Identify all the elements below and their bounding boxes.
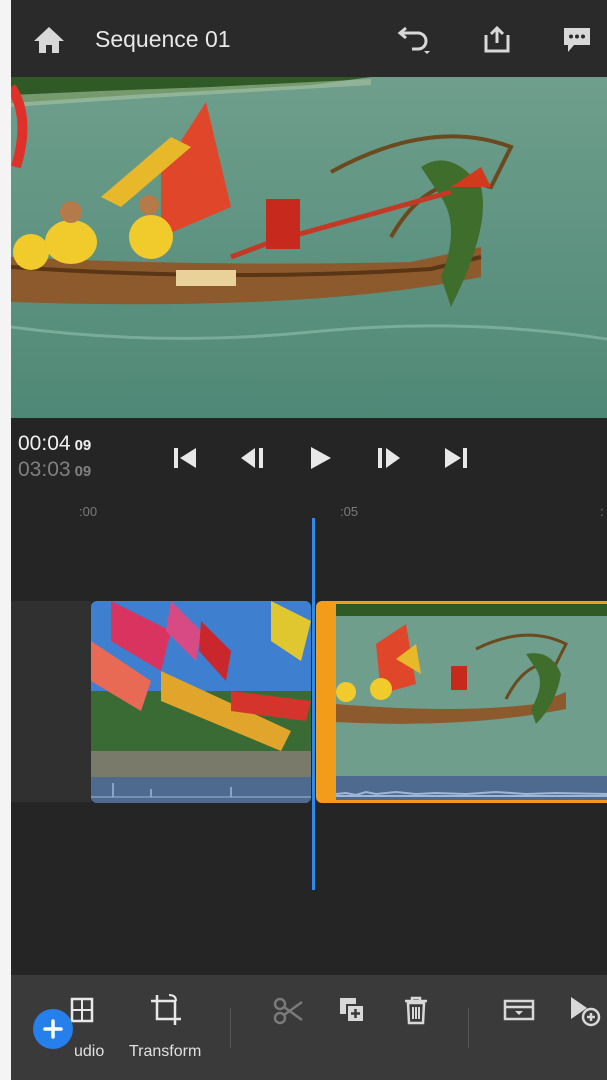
track-gutter — [11, 601, 91, 802]
transform-icon[interactable] — [146, 990, 186, 1030]
plus-icon — [43, 1019, 63, 1039]
video-preview[interactable] — [11, 77, 607, 418]
timeline-clip-dragon-boat[interactable] — [316, 601, 607, 803]
duplicate-icon[interactable] — [332, 990, 372, 1030]
skip-to-start-icon[interactable] — [165, 440, 205, 476]
step-forward-icon[interactable] — [368, 440, 408, 476]
clip-thumbnail — [336, 604, 607, 800]
trash-icon[interactable] — [396, 990, 436, 1030]
play-icon[interactable] — [300, 440, 340, 476]
ruler-label-start: :00 — [79, 504, 98, 519]
undo-icon[interactable] — [396, 22, 432, 58]
left-edge — [0, 0, 11, 1080]
tray-icon[interactable] — [499, 990, 539, 1030]
current-timecode: 00:04 09 — [18, 432, 92, 455]
skip-to-end-icon[interactable] — [436, 440, 476, 476]
top-bar: Sequence 01 — [11, 0, 607, 77]
page-title: Sequence 01 — [95, 26, 231, 52]
ruler-label-end: : — [600, 504, 604, 519]
timecode-display: 00:04 09 03:03 09 — [18, 432, 91, 482]
home-icon[interactable] — [31, 22, 67, 58]
total-timecode: 03:03 09 — [18, 458, 92, 481]
audio-label[interactable]: udio — [74, 1043, 104, 1061]
timeline-clip-flags[interactable] — [91, 601, 311, 803]
add-media-button[interactable] — [33, 1009, 73, 1049]
feedback-icon[interactable] — [559, 22, 595, 58]
ruler-label-5s: :05 — [340, 504, 359, 519]
toolbar-divider — [468, 1008, 469, 1048]
toolbar-divider — [230, 1008, 231, 1048]
scissors-icon[interactable] — [268, 990, 308, 1030]
add-select-icon[interactable] — [563, 990, 603, 1030]
transform-label[interactable]: Transform — [129, 1043, 201, 1061]
share-icon[interactable] — [479, 22, 515, 58]
step-back-icon[interactable] — [233, 440, 273, 476]
playhead[interactable] — [312, 518, 315, 890]
